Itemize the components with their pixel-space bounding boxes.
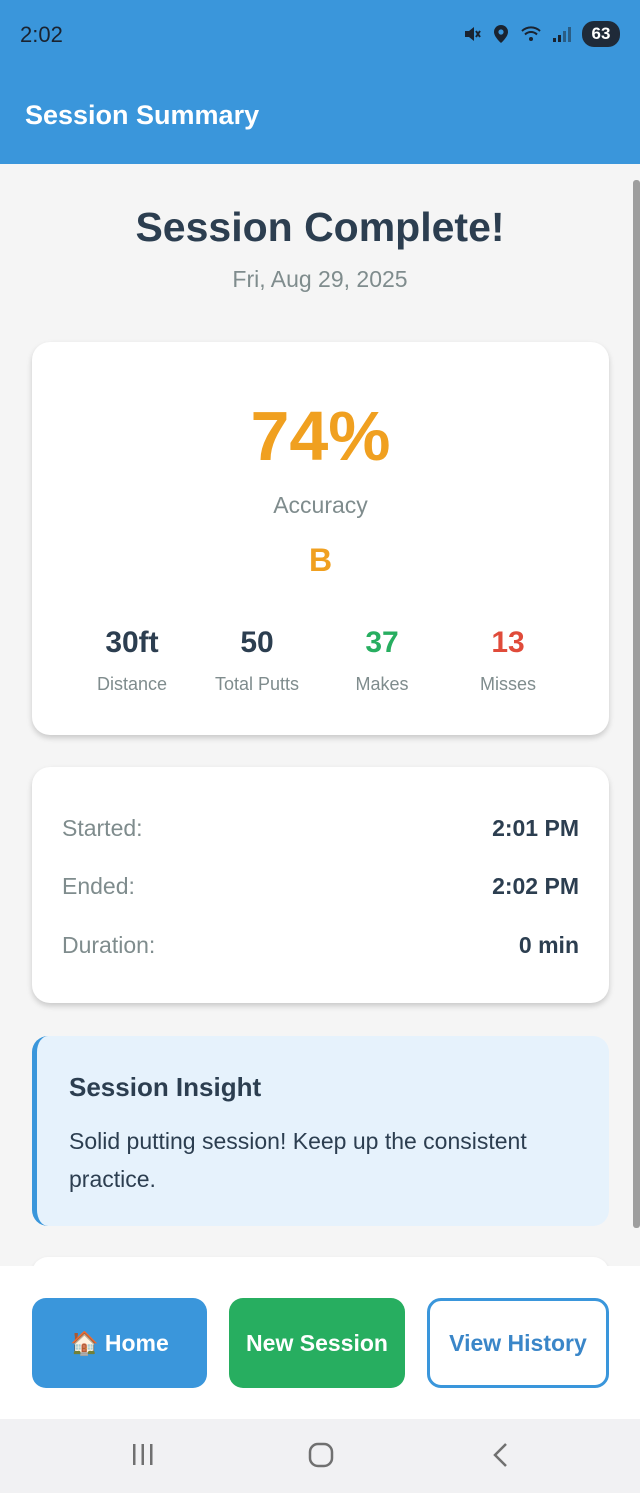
stat-label: Total Putts xyxy=(214,674,300,694)
time-value: 2:01 PM xyxy=(492,814,579,841)
stat-total-putts: 50 Total Putts xyxy=(187,626,327,695)
insight-title: Session Insight xyxy=(69,1072,262,1102)
stat-value: 13 xyxy=(491,626,525,659)
view-history-button[interactable]: View History xyxy=(427,1298,609,1388)
time-label: Duration: xyxy=(62,931,156,958)
stat-label: Makes xyxy=(355,674,409,694)
next-card-peek xyxy=(32,1257,609,1266)
stat-makes: 37 Makes xyxy=(312,626,452,695)
system-nav-bar xyxy=(0,1419,640,1493)
accuracy-value: 74% xyxy=(250,397,391,475)
stat-misses: 13 Misses xyxy=(438,626,578,695)
time-label: Started: xyxy=(62,814,143,841)
signal-icon xyxy=(552,25,572,43)
status-bar: 2:02 63 xyxy=(0,0,640,70)
stat-value: 30ft xyxy=(105,626,159,659)
app-bar: Session Summary xyxy=(0,70,640,164)
wifi-icon xyxy=(520,25,542,43)
time-card: Started: 2:01 PM Ended: 2:02 PM Duration… xyxy=(32,767,609,1003)
home-nav-icon[interactable] xyxy=(307,1441,335,1474)
time-row-ended: Ended: 2:02 PM xyxy=(62,871,579,901)
status-icons: 63 xyxy=(462,20,620,48)
time-label: Ended: xyxy=(62,872,135,899)
view-history-button-label: View History xyxy=(449,1329,587,1356)
score-card: 74% Accuracy B 30ft Distance 50 Total Pu… xyxy=(32,342,609,735)
time-value: 2:02 PM xyxy=(492,872,579,899)
status-time: 2:02 xyxy=(20,22,63,47)
insight-card: Session Insight Solid putting session! K… xyxy=(32,1036,609,1226)
scrollbar[interactable] xyxy=(633,180,640,1228)
accuracy-label: Accuracy xyxy=(273,492,368,518)
stat-value: 50 xyxy=(240,626,274,659)
mute-icon xyxy=(462,24,482,44)
page-title: Session Complete! xyxy=(135,204,505,250)
stat-value: 37 xyxy=(365,626,399,659)
content-scroll-area[interactable]: Session Complete! Fri, Aug 29, 2025 74% … xyxy=(0,164,640,1266)
new-session-button-label: New Session xyxy=(246,1329,388,1356)
home-button-label: Home xyxy=(104,1329,169,1356)
home-icon: 🏠 xyxy=(70,1329,99,1356)
home-button[interactable]: 🏠 Home xyxy=(32,1298,207,1388)
stat-label: Distance xyxy=(96,674,168,694)
action-bar: 🏠 Home New Session View History xyxy=(0,1266,640,1419)
location-icon xyxy=(492,24,510,44)
session-date: Fri, Aug 29, 2025 xyxy=(232,266,408,292)
grade-badge: B xyxy=(308,542,333,578)
stat-distance: 30ft Distance xyxy=(62,626,202,695)
battery-icon: 63 xyxy=(582,21,620,47)
insight-text: Solid putting session! Keep up the consi… xyxy=(69,1128,527,1192)
time-value: 0 min xyxy=(518,931,579,958)
stat-label: Misses xyxy=(479,674,536,694)
time-row-started: Started: 2:01 PM xyxy=(62,813,579,843)
time-row-duration: Duration: 0 min xyxy=(62,930,579,960)
app-bar-title: Session Summary xyxy=(25,100,260,130)
recent-apps-icon[interactable] xyxy=(130,1441,156,1474)
back-nav-icon[interactable] xyxy=(490,1441,512,1474)
new-session-button[interactable]: New Session xyxy=(229,1298,405,1388)
